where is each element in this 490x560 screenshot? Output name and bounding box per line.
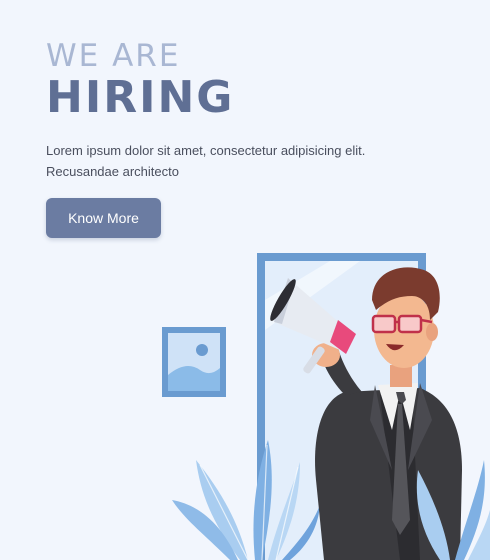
hiring-illustration	[162, 253, 490, 560]
picture-frame-icon	[162, 327, 226, 397]
